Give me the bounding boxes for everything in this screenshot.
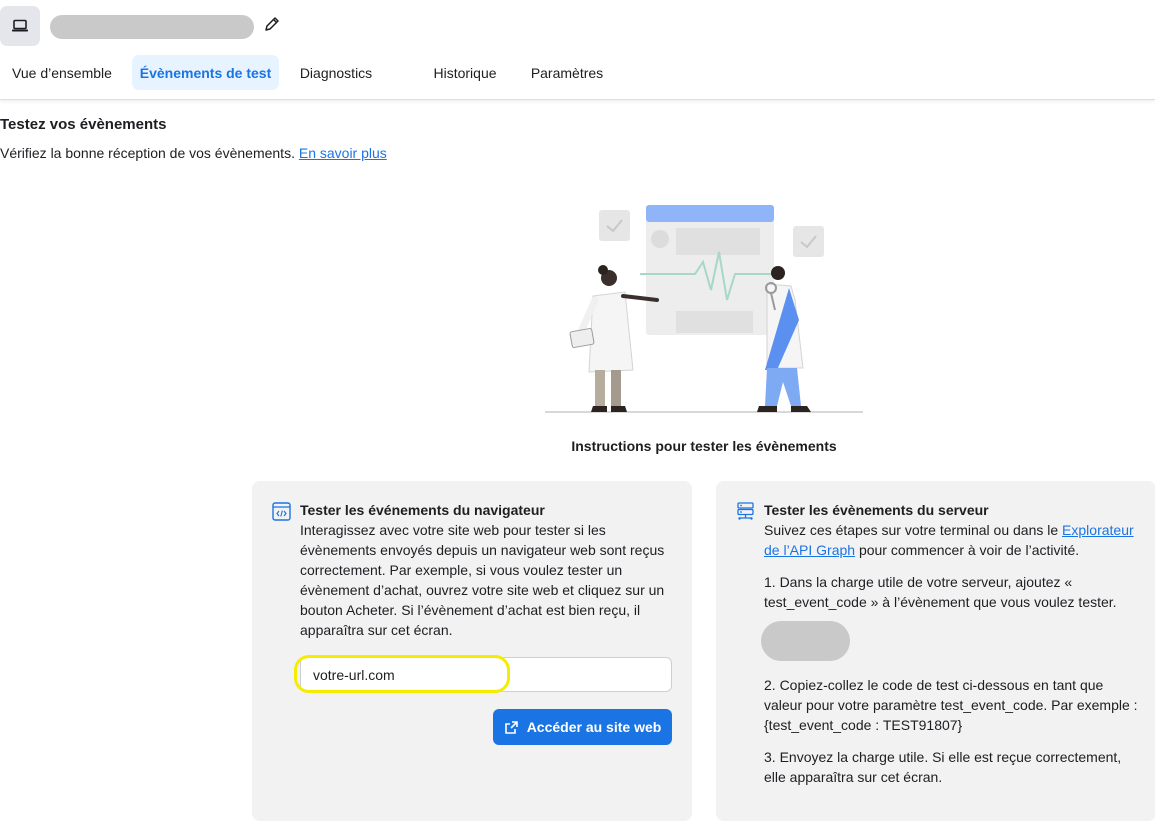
laptop-icon: [0, 6, 40, 46]
tab-settings[interactable]: Paramètres: [520, 55, 614, 90]
server-intro-after: pour commencer à voir de l’activité.: [855, 542, 1080, 558]
page-title: Testez vos évènements: [0, 116, 167, 133]
server-step-2: 2. Copiez-collez le code de test ci-dess…: [764, 677, 1138, 733]
open-website-button[interactable]: Accéder au site web: [493, 709, 672, 745]
browser-card-title: Tester les événements du navigateur: [300, 502, 545, 518]
website-url-input[interactable]: [300, 657, 672, 692]
tab-test-events[interactable]: Évènements de test: [132, 55, 279, 90]
learn-more-link[interactable]: En savoir plus: [299, 145, 387, 161]
server-card-title: Tester les évènements du serveur: [764, 502, 989, 518]
server-step-1: 1. Dans la charge utile de votre serveur…: [764, 574, 1117, 610]
pencil-icon[interactable]: [262, 14, 282, 34]
code-window-icon: [272, 502, 291, 521]
testing-illustration: [545, 200, 865, 420]
browser-card-text: Interagissez avec votre site web pour te…: [300, 522, 665, 638]
intro-description: Vérifiez la bonne réception de vos évène…: [0, 145, 295, 161]
test-code-redacted: [761, 621, 850, 661]
instructions-title: Instructions pour tester les évènements: [571, 438, 837, 454]
intro-text: Vérifiez la bonne réception de vos évène…: [0, 145, 387, 161]
page-header: Vue d’ensemble Évènements de test Diagno…: [0, 0, 1155, 100]
tab-overview[interactable]: Vue d’ensemble: [2, 55, 122, 90]
server-step-3: 3. Envoyez la charge utile. Si elle est …: [764, 749, 1122, 785]
dataset-name-redacted: [50, 15, 254, 39]
external-link-icon: [504, 720, 519, 735]
open-website-label: Accéder au site web: [526, 719, 662, 735]
server-card-intro: Suivez ces étapes sur votre terminal ou …: [764, 520, 1144, 560]
tab-diagnostics[interactable]: Diagnostics: [288, 55, 384, 90]
server-intro-before: Suivez ces étapes sur votre terminal ou …: [764, 522, 1063, 538]
tab-history[interactable]: Historique: [422, 55, 508, 90]
server-icon: [737, 502, 754, 521]
